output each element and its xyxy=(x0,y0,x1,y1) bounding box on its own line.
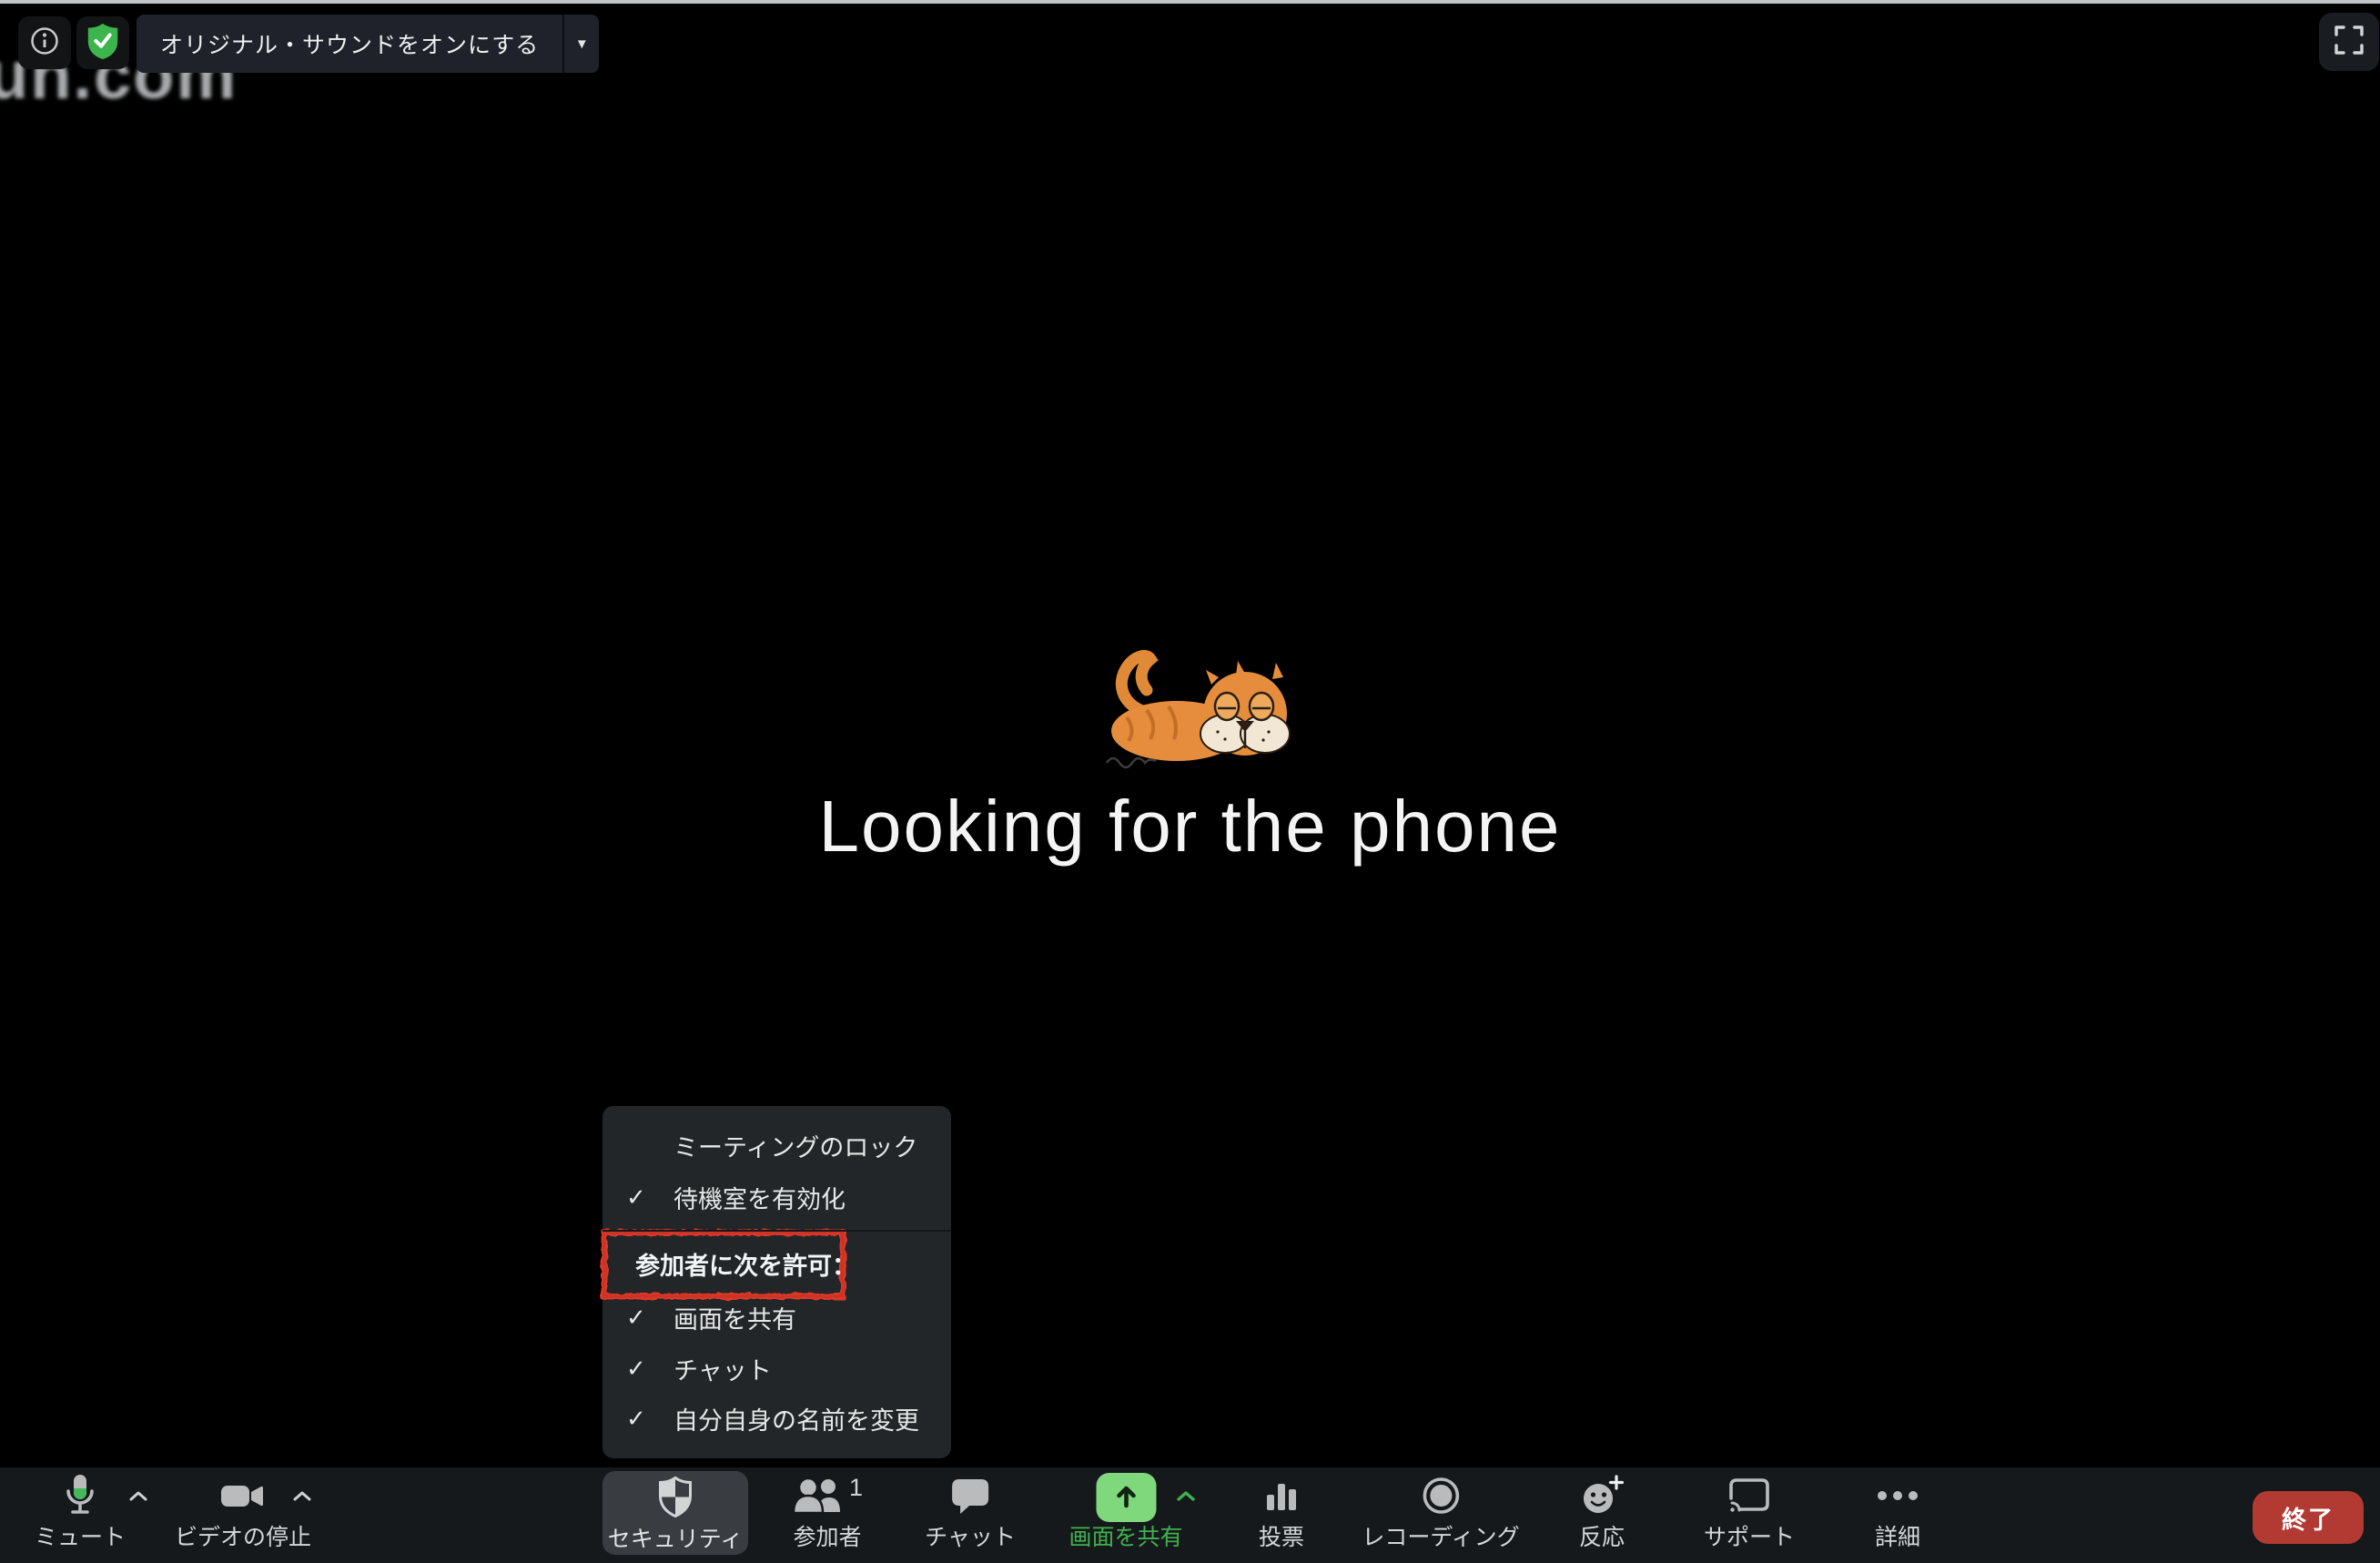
window-top-edge xyxy=(0,0,2380,4)
chat-bubble-icon xyxy=(950,1477,990,1519)
reactions-button[interactable]: 反応 xyxy=(1579,1475,1625,1549)
share-options-chevron[interactable] xyxy=(1176,1490,1196,1507)
fullscreen-icon xyxy=(2332,23,2366,62)
original-sound-dropdown[interactable]: ▼ xyxy=(564,15,599,73)
menu-item-label: 画面を共有 xyxy=(673,1300,796,1335)
menu-item-allow-chat[interactable]: ✓ チャット xyxy=(603,1344,951,1393)
menu-item-allow-rename[interactable]: ✓ 自分自身の名前を変更 xyxy=(603,1394,951,1443)
check-icon: ✓ xyxy=(626,1405,663,1433)
more-button[interactable]: 詳細 xyxy=(1875,1475,1920,1549)
end-meeting-label: 終了 xyxy=(2282,1500,2334,1536)
encryption-status-button[interactable] xyxy=(76,16,129,69)
participants-label: 参加者 xyxy=(793,1527,861,1549)
chat-button[interactable]: チャット xyxy=(925,1475,1016,1549)
security-menu: ミーティングのロック ✓ 待機室を有効化 参加者に次を許可： ✓ 画面を共有 ✓… xyxy=(603,1106,951,1458)
remote-support-icon xyxy=(1727,1477,1771,1519)
dropdown-triangle-icon: ▼ xyxy=(575,36,589,52)
mute-options-chevron[interactable] xyxy=(128,1490,148,1507)
support-label: サポート xyxy=(1704,1527,1795,1549)
more-dots-icon xyxy=(1876,1489,1919,1506)
smiley-plus-icon xyxy=(1580,1475,1624,1521)
check-icon: ✓ xyxy=(626,1183,663,1212)
share-screen-icon xyxy=(1096,1473,1156,1522)
record-icon xyxy=(1420,1475,1462,1521)
video-camera-icon xyxy=(219,1478,267,1517)
menu-item-label: 待機室を有効化 xyxy=(673,1180,846,1215)
encryption-shield-icon xyxy=(85,22,121,65)
check-icon: ✓ xyxy=(626,1304,663,1332)
polls-button[interactable]: 投票 xyxy=(1259,1475,1304,1549)
fullscreen-button[interactable] xyxy=(2319,13,2379,71)
participant-count-badge: 1 xyxy=(849,1474,863,1502)
bar-chart-icon xyxy=(1263,1477,1300,1518)
end-meeting-button[interactable]: 終了 xyxy=(2253,1491,2364,1544)
polls-label: 投票 xyxy=(1259,1527,1304,1549)
more-label: 詳細 xyxy=(1875,1527,1920,1549)
menu-item-enable-waiting-room[interactable]: ✓ 待機室を有効化 xyxy=(603,1172,951,1222)
microphone-icon xyxy=(60,1473,100,1523)
original-sound-label: オリジナル・サウンドをオンにする xyxy=(137,15,562,73)
security-button[interactable]: セキュリティ xyxy=(603,1471,748,1555)
mute-label: ミュート xyxy=(35,1527,126,1549)
security-label: セキュリティ xyxy=(608,1528,744,1551)
meeting-info-button[interactable] xyxy=(18,16,71,69)
menu-section-header: 参加者に次を許可： xyxy=(603,1239,951,1288)
share-screen-button[interactable]: 画面を共有 xyxy=(1068,1475,1182,1549)
sleeping-cat-illustration xyxy=(1090,637,1318,774)
mute-button[interactable]: ミュート xyxy=(35,1475,126,1549)
security-shield-icon xyxy=(657,1476,694,1523)
meeting-toolbar xyxy=(0,1467,2380,1563)
check-icon: ✓ xyxy=(626,1355,663,1383)
menu-item-label: チャット xyxy=(673,1351,772,1386)
menu-item-lock-meeting[interactable]: ミーティングのロック xyxy=(603,1121,951,1170)
reactions-label: 反応 xyxy=(1579,1527,1625,1549)
menu-item-label: ミーティングのロック xyxy=(673,1128,917,1163)
participants-icon xyxy=(792,1476,845,1520)
shared-screen-message: Looking for the phone xyxy=(0,785,2380,868)
recording-label: レコーディング xyxy=(1362,1527,1519,1549)
menu-divider xyxy=(603,1230,951,1232)
participants-button[interactable]: 1 参加者 xyxy=(792,1475,863,1549)
original-sound-toggle[interactable]: オリジナル・サウンドをオンにする ▼ xyxy=(137,15,599,73)
menu-item-label: 自分自身の名前を変更 xyxy=(673,1401,919,1436)
share-screen-label: 画面を共有 xyxy=(1068,1527,1182,1549)
info-icon xyxy=(29,25,60,61)
chat-label: チャット xyxy=(925,1527,1016,1549)
stop-video-label: ビデオの停止 xyxy=(175,1527,311,1549)
video-options-chevron[interactable] xyxy=(292,1490,312,1507)
stop-video-button[interactable]: ビデオの停止 xyxy=(175,1475,311,1549)
menu-item-allow-share-screen[interactable]: ✓ 画面を共有 xyxy=(603,1293,951,1342)
support-button[interactable]: サポート xyxy=(1704,1475,1795,1549)
recording-button[interactable]: レコーディング xyxy=(1362,1475,1519,1549)
